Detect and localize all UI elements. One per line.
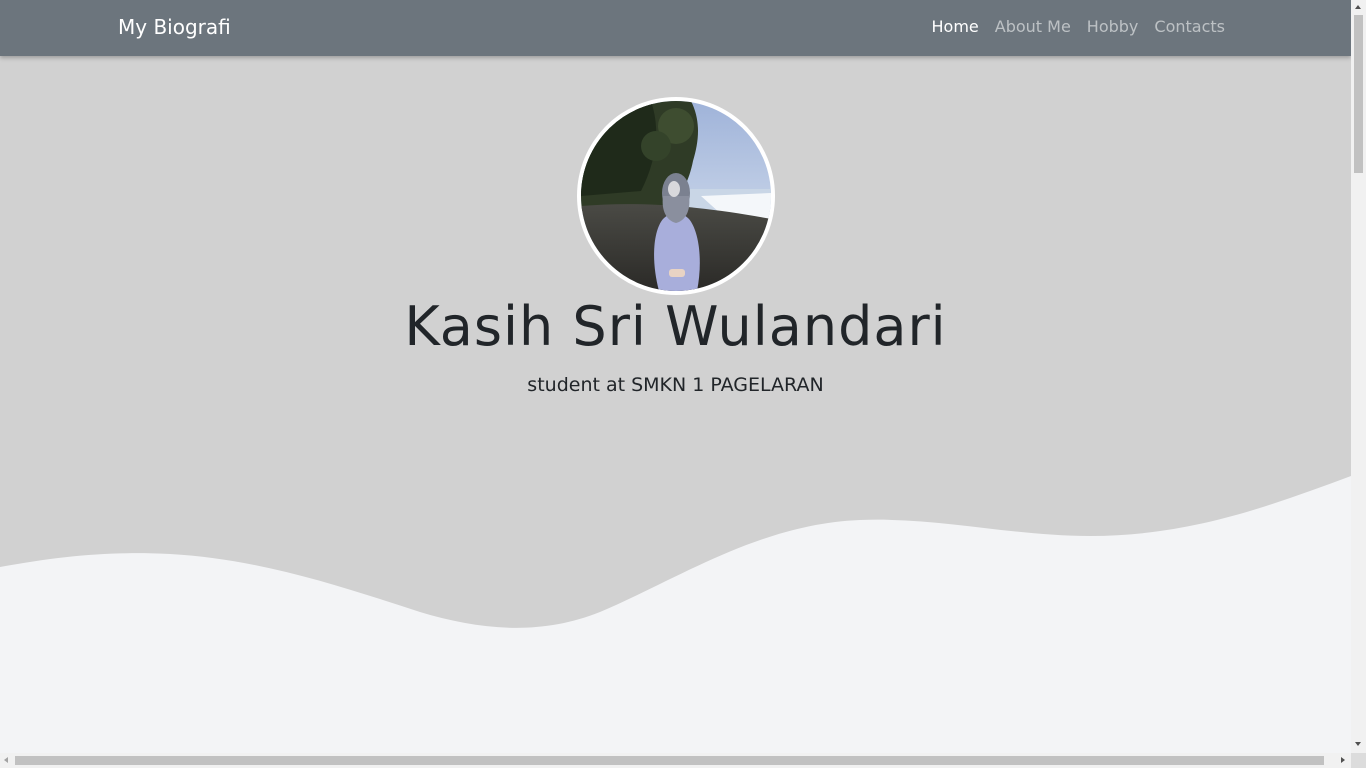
profile-photo-image <box>581 101 771 291</box>
profile-avatar-frame <box>577 97 775 295</box>
scroll-left-arrow-icon[interactable] <box>4 757 8 763</box>
scrollbar-corner <box>1351 753 1366 768</box>
vertical-scrollbar[interactable] <box>1351 0 1366 753</box>
top-navbar: My Biografi Home About Me Hobby Contacts <box>0 0 1351 56</box>
scroll-up-arrow-icon[interactable] <box>1355 5 1361 9</box>
nav-link-contacts[interactable]: Contacts <box>1154 16 1225 38</box>
nav-link-hobby[interactable]: Hobby <box>1087 16 1139 38</box>
nav-link-about-me[interactable]: About Me <box>995 16 1071 38</box>
scroll-down-arrow-icon[interactable] <box>1355 742 1361 746</box>
profile-subtitle: student at SMKN 1 PAGELARAN <box>527 374 824 396</box>
scroll-right-arrow-icon[interactable] <box>1341 757 1345 763</box>
profile-photo <box>581 101 771 291</box>
nav-links: Home About Me Hobby Contacts <box>932 16 1226 38</box>
horizontal-scrollbar[interactable] <box>0 753 1351 768</box>
profile-name: Kasih Sri Wulandari <box>404 295 947 358</box>
navbar-brand[interactable]: My Biografi <box>118 13 231 41</box>
wave-shape <box>0 476 1351 753</box>
nav-link-home[interactable]: Home <box>932 16 979 38</box>
horizontal-scroll-thumb[interactable] <box>15 756 1324 765</box>
page-viewport: My Biografi Home About Me Hobby Contacts <box>0 0 1351 753</box>
vertical-scroll-thumb[interactable] <box>1354 15 1363 173</box>
